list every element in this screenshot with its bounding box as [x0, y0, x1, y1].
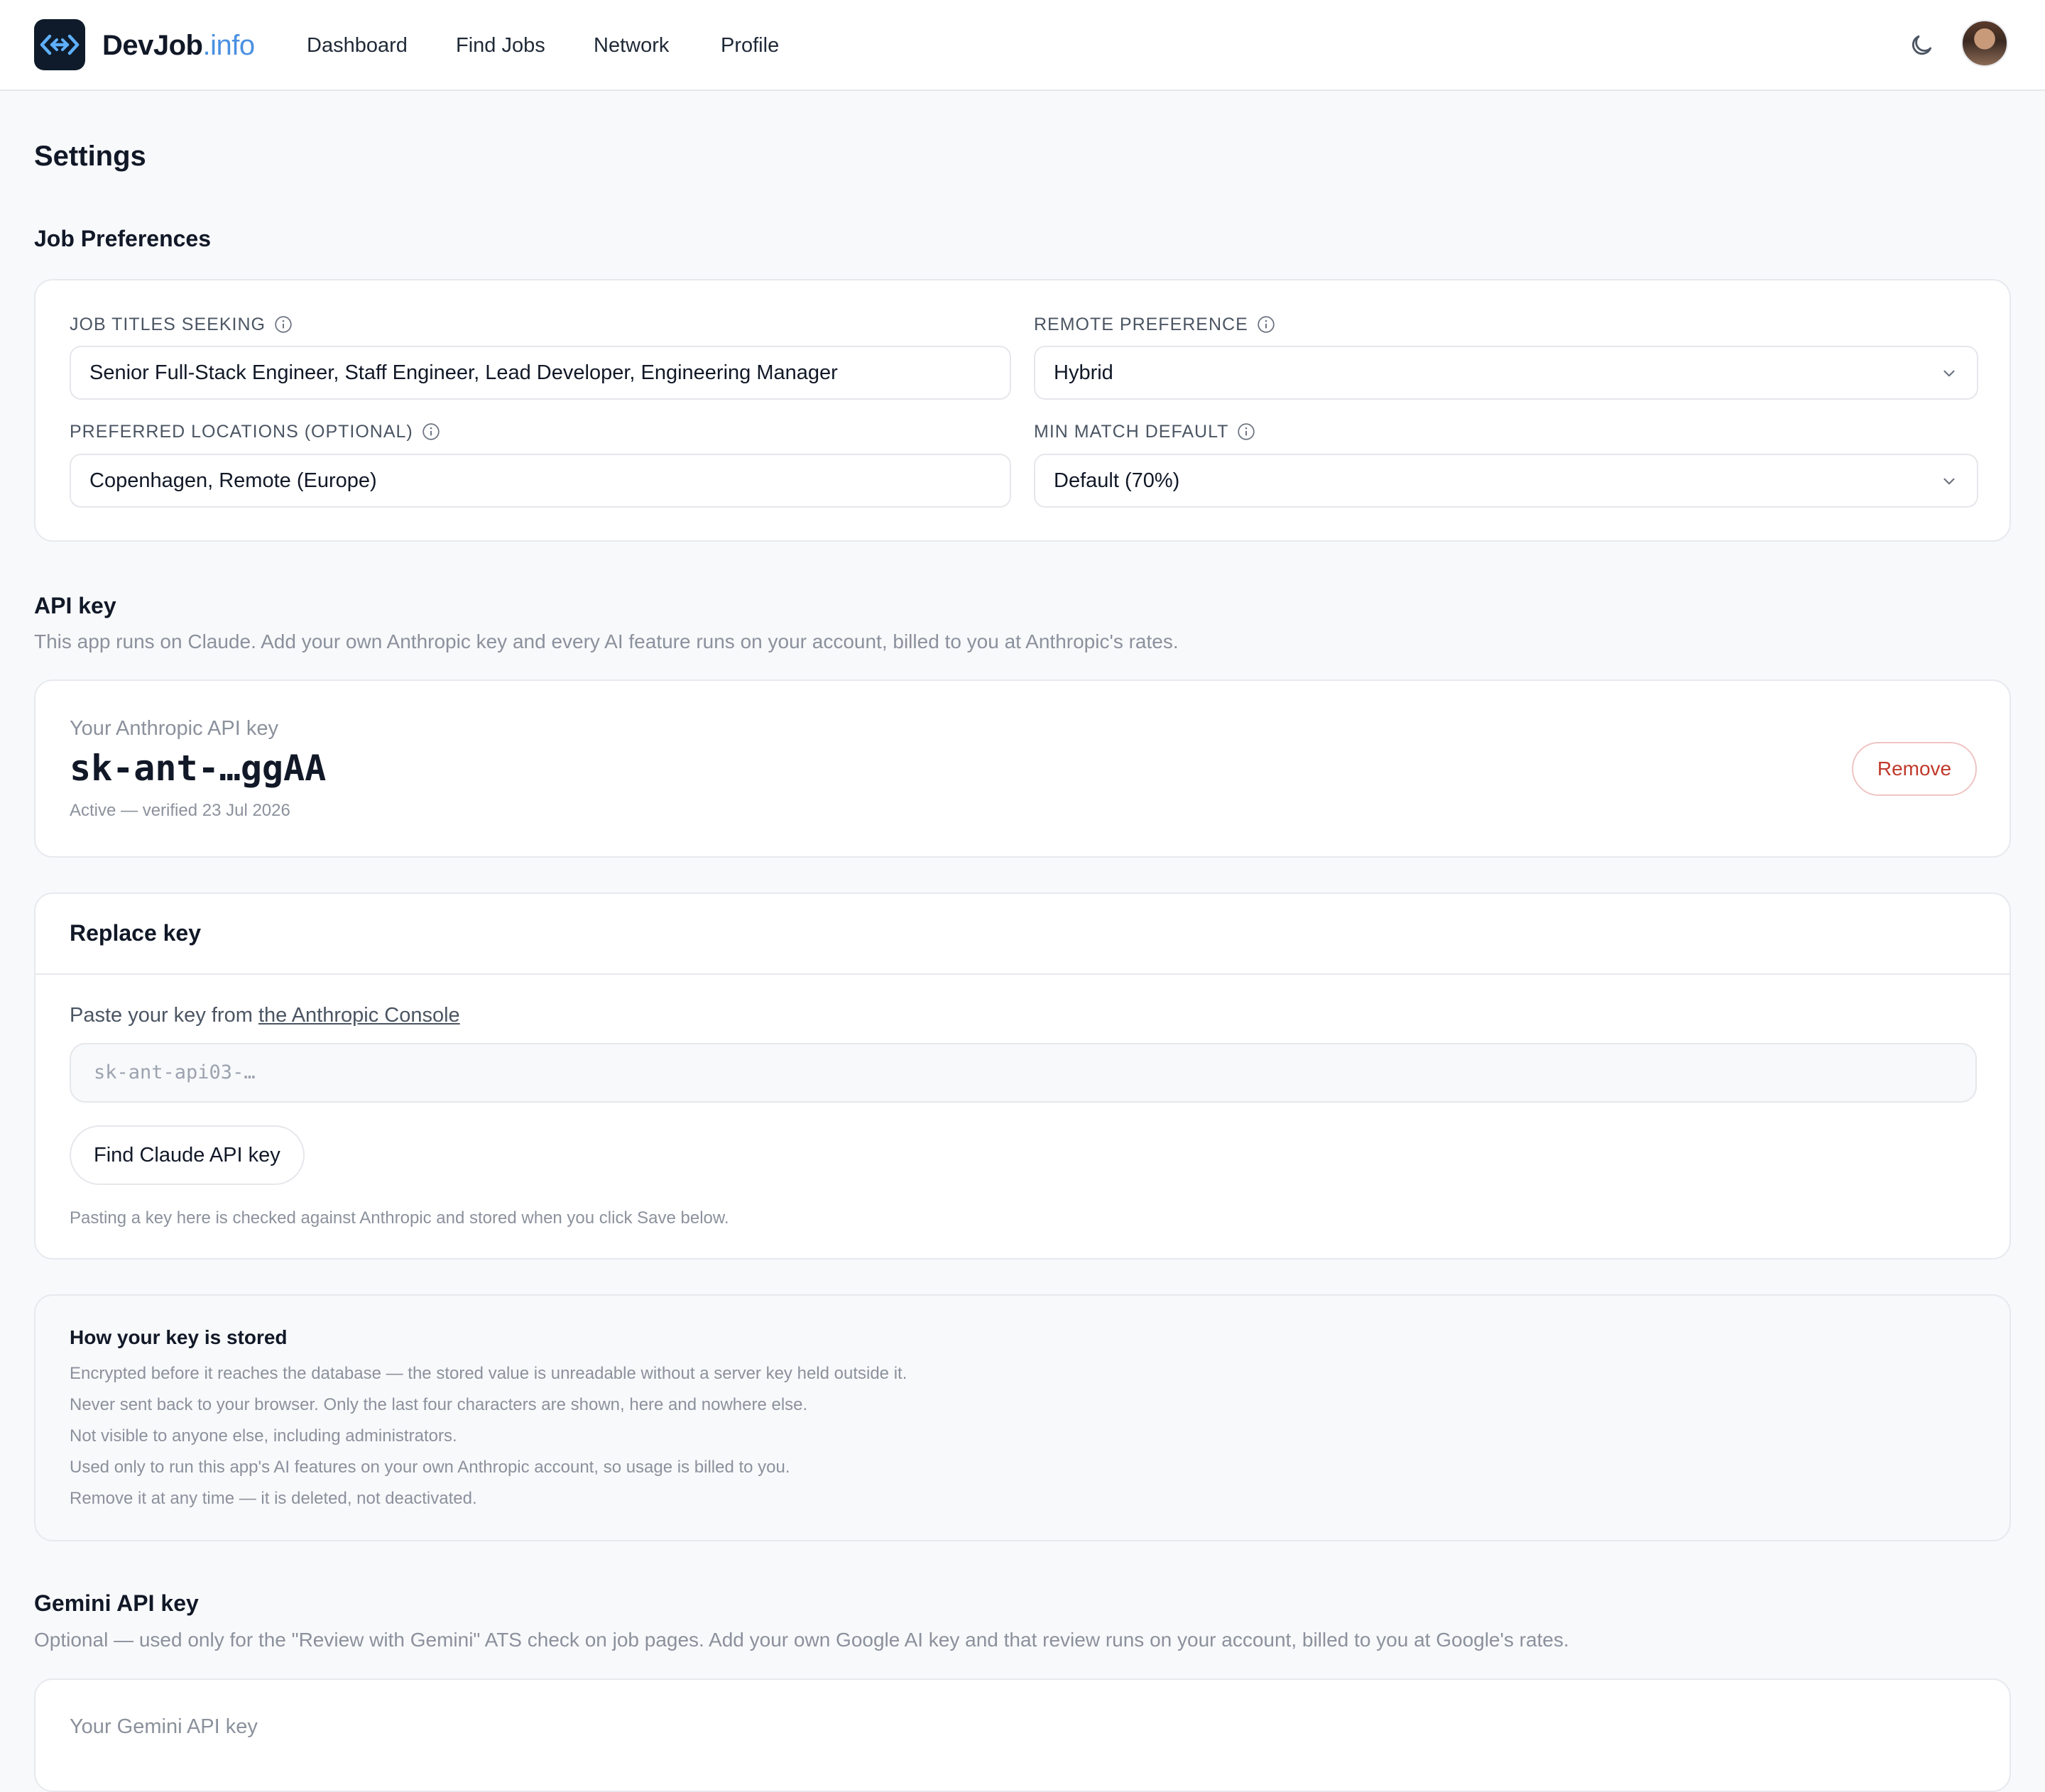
api-key-title: API key	[34, 593, 116, 618]
list-item: Not visible to anyone else, including ad…	[70, 1426, 457, 1446]
code-arrows-icon	[40, 34, 80, 55]
gemini-api-key-title: Gemini API key	[34, 1590, 199, 1616]
key-storage-list: Encrypted before it reaches the database…	[70, 1358, 907, 1514]
remote-preference-label: REMOTE PREFERENCE	[1034, 313, 1275, 336]
nav-find-jobs[interactable]: Find Jobs	[456, 31, 545, 60]
replace-key-note: Pasting a key here is checked against An…	[70, 1208, 729, 1228]
min-match-select[interactable]: Default (70%)	[1034, 454, 1978, 508]
api-key-card: Your Anthropic API key sk-ant-…ggAA Acti…	[34, 679, 2011, 858]
paste-instruction: Paste your key from the Anthropic Consol…	[70, 1002, 460, 1029]
key-storage-title: How your key is stored	[70, 1326, 288, 1348]
nav-profile[interactable]: Profile	[721, 31, 779, 60]
chevron-down-icon	[1943, 478, 1955, 485]
anthropic-console-link[interactable]: the Anthropic Console	[258, 1004, 460, 1027]
list-item: Used only to run this app's AI features …	[70, 1458, 790, 1477]
page-title: Settings	[34, 141, 146, 172]
gemini-api-key-description: Optional — used only for the "Review wit…	[34, 1629, 1569, 1651]
locations-label: PREFERRED LOCATIONS (OPTIONAL)	[70, 420, 440, 443]
min-match-value: Default (70%)	[1054, 469, 1180, 492]
api-key-input[interactable]: sk-ant-api03-…	[70, 1043, 1977, 1103]
brand-name[interactable]: DevJob.info	[102, 24, 255, 67]
divider	[36, 973, 2009, 975]
locations-label-text: PREFERRED LOCATIONS (OPTIONAL)	[70, 422, 413, 442]
info-icon[interactable]	[274, 315, 293, 334]
info-icon[interactable]	[422, 422, 440, 441]
job-titles-label-text: JOB TITLES SEEKING	[70, 315, 266, 334]
list-item: Encrypted before it reaches the database…	[70, 1364, 907, 1383]
brand-main: DevJob	[102, 30, 203, 61]
theme-toggle-button[interactable]	[1907, 31, 1936, 60]
remote-preference-value: Hybrid	[1054, 361, 1113, 384]
remote-preference-label-text: REMOTE PREFERENCE	[1034, 315, 1248, 334]
top-nav: DevJob.info Dashboard Find Jobs Network …	[0, 0, 2045, 91]
api-key-card-label: Your Anthropic API key	[70, 717, 278, 740]
moon-icon	[1912, 35, 1932, 55]
api-key-description: This app runs on Claude. Add your own An…	[34, 630, 1179, 652]
logo-icon[interactable]	[34, 19, 85, 70]
key-storage-info-card: How your key is stored Encrypted before …	[34, 1294, 2011, 1541]
masked-api-key: sk-ant-…ggAA	[70, 748, 327, 789]
locations-input[interactable]: Copenhagen, Remote (Europe)	[70, 454, 1011, 508]
list-item: Remove it at any time — it is deleted, n…	[70, 1489, 477, 1508]
find-api-key-button[interactable]: Find Claude API key	[70, 1125, 305, 1185]
paste-prefix: Paste your key from	[70, 1004, 258, 1027]
min-match-label: MIN MATCH DEFAULT	[1034, 420, 1255, 443]
info-icon[interactable]	[1237, 422, 1255, 441]
chevron-down-icon	[1943, 370, 1955, 377]
min-match-label-text: MIN MATCH DEFAULT	[1034, 422, 1229, 442]
job-titles-label: JOB TITLES SEEKING	[70, 313, 293, 336]
remove-key-button[interactable]: Remove	[1852, 742, 1977, 796]
job-preferences-card: JOB TITLES SEEKING Senior Full-Stack Eng…	[34, 279, 2011, 542]
list-item: Never sent back to your browser. Only th…	[70, 1395, 808, 1414]
nav-dashboard[interactable]: Dashboard	[307, 31, 408, 60]
replace-key-card: Replace key Paste your key from the Anth…	[34, 892, 2011, 1260]
nav-network[interactable]: Network	[594, 31, 669, 60]
info-icon[interactable]	[1257, 315, 1275, 334]
brand-tld: .info	[202, 30, 256, 61]
avatar[interactable]	[1961, 20, 2008, 67]
api-key-status: Active — verified 23 Jul 2026	[70, 801, 290, 820]
replace-key-title: Replace key	[70, 920, 202, 946]
job-preferences-title: Job Preferences	[34, 226, 212, 251]
gemini-api-key-card-label: Your Gemini API key	[70, 1715, 258, 1738]
remote-preference-select[interactable]: Hybrid	[1034, 346, 1978, 400]
job-titles-input[interactable]: Senior Full-Stack Engineer, Staff Engine…	[70, 346, 1011, 400]
gemini-api-key-card: Your Gemini API key	[34, 1678, 2011, 1792]
